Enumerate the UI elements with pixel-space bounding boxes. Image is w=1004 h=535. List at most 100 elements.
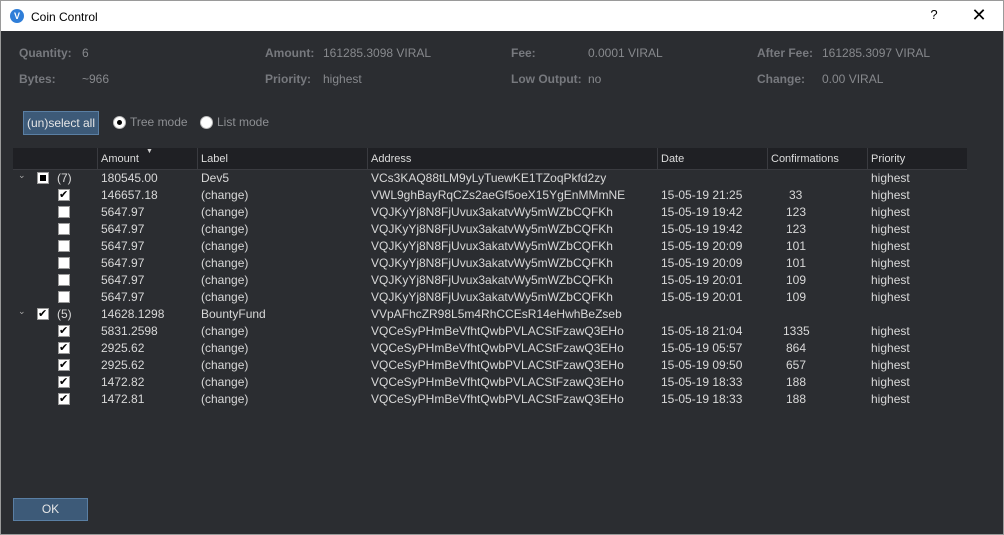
table-row[interactable]: 5647.97 (change) VQJKyYj8N8FjUvux3akatvW…	[13, 204, 967, 221]
list-mode-radio[interactable]	[200, 116, 213, 129]
row-priority: highest	[871, 222, 910, 236]
title-bar: V Coin Control ? ✕	[1, 1, 1003, 31]
change-value: 0.00 VIRAL	[822, 72, 884, 86]
table-row[interactable]: 146657.18 (change) VWL9ghBayRqCZs2aeGf5o…	[13, 187, 967, 204]
table-row[interactable]: 5647.97 (change) VQJKyYj8N8FjUvux3akatvW…	[13, 289, 967, 306]
row-checkbox[interactable]	[58, 188, 70, 201]
row-label: (change)	[201, 324, 249, 338]
header-priority[interactable]: Priority	[867, 148, 967, 170]
close-button[interactable]: ✕	[957, 1, 1001, 31]
low-output-stat: Low Output: no	[511, 72, 601, 86]
row-address: VQCeSyPHmBeVfhtQwbPVLACStFzawQ3EHo	[371, 341, 624, 355]
row-address: VQCeSyPHmBeVfhtQwbPVLACStFzawQ3EHo	[371, 375, 624, 389]
unselect-all-button[interactable]: (un)select all	[23, 111, 99, 135]
group-row-bountyfund[interactable]: ⌄ (5) 14628.1298 BountyFund VVpAFhcZR98L…	[13, 306, 967, 323]
row-confirmations: 657	[786, 358, 807, 372]
priority-label: Priority:	[265, 72, 312, 86]
table-row[interactable]: 5831.2598 (change) VQCeSyPHmBeVfhtQwbPVL…	[13, 323, 967, 340]
row-date: 15-05-19 20:01	[661, 273, 743, 287]
row-amount: 5647.97	[101, 290, 145, 304]
row-date: 15-05-19 20:09	[661, 256, 743, 270]
table-row[interactable]: 1472.81 (change) VQCeSyPHmBeVfhtQwbPVLAC…	[13, 391, 967, 408]
row-amount: 5647.97	[101, 222, 145, 236]
row-confirmations: 1335	[783, 324, 810, 338]
tree-mode-radio[interactable]	[113, 116, 126, 129]
table-row[interactable]: 5647.97 (change) VQJKyYj8N8FjUvux3akatvW…	[13, 255, 967, 272]
row-priority: highest	[871, 358, 910, 372]
row-checkbox[interactable]	[58, 324, 70, 337]
row-checkbox[interactable]	[58, 375, 70, 388]
row-checkbox[interactable]	[58, 392, 70, 405]
table-row[interactable]: 5647.97 (change) VQJKyYj8N8FjUvux3akatvW…	[13, 272, 967, 289]
fee-value: 0.0001 VIRAL	[588, 46, 663, 60]
priority-value: highest	[323, 72, 362, 86]
row-amount: 1472.81	[101, 392, 145, 406]
tree-mode-label[interactable]: Tree mode	[130, 116, 188, 129]
row-date: 15-05-19 18:33	[661, 375, 743, 389]
row-label: (change)	[201, 392, 249, 406]
table-row[interactable]: 5647.97 (change) VQJKyYj8N8FjUvux3akatvW…	[13, 221, 967, 238]
group-address: VVpAFhcZR98L5m4RhCCEsR14eHwhBeZseb	[371, 307, 622, 321]
bytes-value: ~966	[82, 72, 110, 86]
row-checkbox[interactable]	[58, 341, 70, 354]
row-address: VQJKyYj8N8FjUvux3akatvWy5mWZbCQFKh	[371, 273, 613, 287]
row-priority: highest	[871, 375, 910, 389]
table-row[interactable]: 1472.82 (change) VQCeSyPHmBeVfhtQwbPVLAC…	[13, 374, 967, 391]
row-address: VQCeSyPHmBeVfhtQwbPVLACStFzawQ3EHo	[371, 324, 624, 338]
row-checkbox[interactable]	[58, 240, 70, 252]
row-confirmations: 101	[786, 239, 807, 253]
row-label: (change)	[201, 222, 249, 236]
collapse-chevron-icon[interactable]: ⌄	[18, 307, 26, 317]
header-address[interactable]: Address	[367, 148, 657, 170]
list-mode-label[interactable]: List mode	[217, 116, 269, 129]
row-priority: highest	[871, 324, 910, 338]
row-confirmations: 123	[786, 222, 807, 236]
row-label: (change)	[201, 273, 249, 287]
help-button[interactable]: ?	[912, 1, 956, 31]
quantity-label: Quantity:	[19, 46, 72, 60]
table-row[interactable]: 2925.62 (change) VQCeSyPHmBeVfhtQwbPVLAC…	[13, 340, 967, 357]
table-row[interactable]: 5647.97 (change) VQJKyYj8N8FjUvux3akatvW…	[13, 238, 967, 255]
table-row[interactable]: 2925.62 (change) VQCeSyPHmBeVfhtQwbPVLAC…	[13, 357, 967, 374]
row-priority: highest	[871, 205, 910, 219]
header-confirmations[interactable]: Confirmations	[767, 148, 867, 170]
row-priority: highest	[871, 273, 910, 287]
row-checkbox[interactable]	[58, 274, 70, 286]
row-confirmations: 109	[786, 273, 807, 287]
row-amount: 2925.62	[101, 358, 145, 372]
group-checkbox[interactable]	[37, 172, 49, 184]
ok-button[interactable]: OK	[13, 498, 88, 521]
row-checkbox[interactable]	[58, 206, 70, 218]
row-address: VQJKyYj8N8FjUvux3akatvWy5mWZbCQFKh	[371, 290, 613, 304]
row-priority: highest	[871, 188, 910, 202]
row-checkbox[interactable]	[58, 257, 70, 269]
row-checkbox[interactable]	[58, 291, 70, 303]
group-checkbox[interactable]	[37, 307, 49, 320]
row-amount: 5647.97	[101, 239, 145, 253]
row-label: (change)	[201, 205, 249, 219]
row-amount: 2925.62	[101, 341, 145, 355]
group-row-dev5[interactable]: ⌄ (7) 180545.00 Dev5 VCs3KAQ88tLM9yLyTue…	[13, 170, 967, 187]
low-output-label: Low Output:	[511, 72, 582, 86]
header-date[interactable]: Date	[657, 148, 767, 170]
row-label: (change)	[201, 290, 249, 304]
header-label[interactable]: Label	[197, 148, 367, 170]
group-count: (7)	[57, 171, 72, 185]
coin-table: Amount ▼ Label Address Date Confirmation…	[13, 148, 967, 408]
row-confirmations: 188	[786, 375, 807, 389]
row-label: (change)	[201, 375, 249, 389]
row-checkbox[interactable]	[58, 223, 70, 235]
row-checkbox[interactable]	[58, 358, 70, 371]
row-date: 15-05-19 20:01	[661, 290, 743, 304]
row-address: VQCeSyPHmBeVfhtQwbPVLACStFzawQ3EHo	[371, 392, 624, 406]
after-fee-stat: After Fee: 161285.3097 VIRAL	[757, 46, 930, 60]
row-date: 15-05-19 21:25	[661, 188, 743, 202]
row-label: (change)	[201, 358, 249, 372]
bytes-stat: Bytes: ~966	[19, 72, 109, 86]
collapse-chevron-icon[interactable]: ⌄	[18, 171, 26, 181]
group-count: (5)	[57, 307, 72, 321]
header-tree[interactable]	[13, 148, 97, 170]
app-logo-icon: V	[10, 9, 24, 23]
row-date: 15-05-19 19:42	[661, 205, 743, 219]
row-date: 15-05-19 19:42	[661, 222, 743, 236]
